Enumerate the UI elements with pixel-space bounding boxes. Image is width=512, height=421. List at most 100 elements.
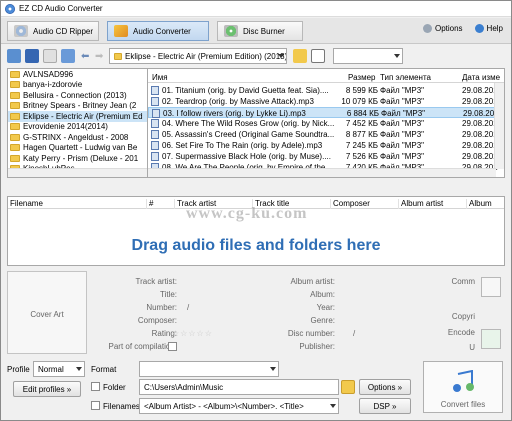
file-name: 05. Assassin's Creed (Original Game Soun… <box>162 130 335 139</box>
disc-number-label: Disc number: <box>287 329 335 338</box>
file-vertical-scrollbar[interactable] <box>494 83 504 169</box>
tree-item-label: banya-i-zdorovie <box>23 80 83 90</box>
filenames-checkbox[interactable] <box>91 401 100 410</box>
convert-files-button[interactable]: Convert files <box>423 361 503 413</box>
browse-folder-icon[interactable] <box>341 380 355 394</box>
folder-input[interactable]: C:\Users\Admin\Music <box>139 379 339 395</box>
file-row[interactable]: 06. Set Fire To The Rain (orig. by Adele… <box>148 140 498 151</box>
options-link[interactable]: Options <box>422 24 463 33</box>
format-select[interactable] <box>139 361 279 377</box>
tree-item-label: Bellusira - Connection (2013) <box>23 90 127 100</box>
tag-editor: Cover Art Track artist: Title: Number: /… <box>7 271 505 355</box>
filenames-label: Filenames <box>103 402 140 411</box>
column-album[interactable]: Album <box>466 199 492 209</box>
tab-audio-converter[interactable]: Audio Converter <box>107 21 209 41</box>
dsp-button-label: DSP » <box>373 401 397 411</box>
column-album-artist[interactable]: Album artist <box>398 199 443 209</box>
tree-item-label: Evrovidenie 2014(2014) <box>23 122 108 132</box>
tree-item-label: Britney Spears - Britney Jean (2 <box>23 101 137 111</box>
tree-item-label: AVLNSAD996 <box>23 69 74 79</box>
forward-arrow-icon[interactable]: ➡ <box>95 51 103 62</box>
tree-item[interactable]: Britney Spears - Britney Jean (2 <box>8 101 158 112</box>
app-window: EZ CD Audio Converter Audio CD Ripper Au… <box>0 0 512 421</box>
tab-disc-burner[interactable]: Disc Burner <box>217 21 303 41</box>
conversion-queue[interactable]: Filename # Track artist Track title Comp… <box>7 196 505 266</box>
file-horizontal-scrollbar[interactable] <box>148 168 496 177</box>
filter-combo[interactable] <box>333 48 403 64</box>
file-row[interactable]: 05. Assassin's Creed (Original Game Soun… <box>148 129 498 140</box>
filenames-input[interactable]: <Album Artist> - <Album>\<Number>. <Titl… <box>139 398 339 414</box>
drive-icon[interactable] <box>43 49 57 63</box>
cover-art-box[interactable]: Cover Art <box>7 271 87 354</box>
edit-profiles-button[interactable]: Edit profiles » <box>13 381 81 397</box>
file-row[interactable]: 04. Where The Wild Roses Grow (orig. by … <box>148 118 498 129</box>
profile-select[interactable]: Normal <box>33 361 85 377</box>
folder-icon <box>10 70 20 78</box>
column-filename[interactable]: Filename <box>8 199 43 209</box>
tag-edit-icon[interactable] <box>481 329 501 349</box>
tree-item-label: Eklipse - Electric Air (Premium Ed <box>23 111 143 121</box>
album-label: Album: <box>310 290 335 299</box>
folder-icon <box>10 81 20 89</box>
column-size[interactable]: Размер <box>348 73 376 82</box>
desktop-icon[interactable] <box>25 49 39 63</box>
folder-icon <box>10 154 20 162</box>
file-type: Файл "MP3" <box>380 119 425 128</box>
output-settings: Profile Normal Edit profiles » Format Fo… <box>1 357 511 420</box>
rating-stars[interactable]: ☆☆☆☆☆ <box>172 329 213 338</box>
file-type: Файл "MP3" <box>380 86 425 95</box>
file-row[interactable]: 03. I follow rivers (orig. by Lykke Li).… <box>148 107 499 118</box>
help-icon <box>474 24 484 33</box>
file-row[interactable]: 07. Supermassive Black Hole (orig. by Mu… <box>148 151 498 162</box>
file-row[interactable]: 01. Titanium (orig. by David Guetta feat… <box>148 85 498 96</box>
url-label: U <box>469 343 475 352</box>
folder-tree[interactable]: AVLNSAD996 banya-i-zdorovie Bellusira - Co… <box>7 68 159 178</box>
address-combo[interactable]: Eklipse - Electric Air (Premium Edition)… <box>109 48 287 64</box>
tree-item[interactable]: Katy Perry - Prism (Deluxe - 201 <box>8 153 158 164</box>
back-arrow-icon[interactable]: ⬅ <box>81 51 89 62</box>
tree-item[interactable]: banya-i-zdorovie <box>8 80 158 91</box>
tree-item[interactable]: Evrovidenie 2014(2014) <box>8 122 158 133</box>
file-list[interactable]: Имя Размер Тип элемента Дата изме 01. Ti… <box>147 68 505 178</box>
new-folder-icon[interactable] <box>293 49 307 63</box>
folder-checkbox[interactable] <box>91 382 100 391</box>
file-row[interactable]: 02. Teardrop (orig. by Massive Attack).m… <box>148 96 498 107</box>
mp3-file-icon <box>152 109 160 118</box>
view-mode-icon[interactable] <box>311 49 325 63</box>
browser-toolbar: ⬅ ➡ Eklipse - Electric Air (Premium Edit… <box>1 45 511 67</box>
help-link[interactable]: Help <box>474 24 503 33</box>
chevron-down-icon <box>270 367 276 371</box>
column-type[interactable]: Тип элемента <box>380 73 431 82</box>
tree-item[interactable]: Hagen Quartett - Ludwig van Be <box>8 143 158 154</box>
column-name[interactable]: Имя <box>152 73 168 82</box>
column-composer[interactable]: Composer <box>330 199 370 209</box>
tab-label: Disc Burner <box>243 26 285 36</box>
top-links: Options Help <box>422 24 503 33</box>
computer-icon[interactable] <box>7 49 21 63</box>
mp3-file-icon <box>151 152 159 161</box>
tree-item[interactable]: Bellusira - Connection (2013) <box>8 90 158 101</box>
waveform-icon[interactable] <box>481 277 501 297</box>
compilation-checkbox[interactable] <box>168 342 177 351</box>
file-size: 7 526 КБ <box>345 152 378 161</box>
composer-label: Composer: <box>137 316 177 325</box>
year-label: Year: <box>316 303 335 312</box>
up-folder-icon[interactable] <box>61 49 75 63</box>
tree-item[interactable]: G-STRINX - Angeldust - 2008 <box>8 132 158 143</box>
tree-item-label: Hagen Quartett - Ludwig van Be <box>23 143 138 153</box>
tab-label: Audio Converter <box>133 26 191 36</box>
tree-item[interactable]: AVLNSAD996 <box>8 69 158 80</box>
tab-audio-cd-ripper[interactable]: Audio CD Ripper <box>7 21 99 41</box>
tree-item[interactable]: Eklipse - Electric Air (Premium Ed <box>8 111 158 122</box>
column-date[interactable]: Дата изме <box>462 73 500 82</box>
chevron-down-icon <box>394 54 400 58</box>
column-number[interactable]: # <box>146 199 153 209</box>
album-artist-label: Album artist: <box>290 277 335 286</box>
track-artist-label: Track artist: <box>135 277 177 286</box>
tree-item-label: Katy Perry - Prism (Deluxe - 201 <box>23 153 139 163</box>
dsp-button[interactable]: DSP » <box>359 398 411 414</box>
encoded-label: Encode <box>447 328 475 337</box>
rating-label: Rating: <box>151 329 177 338</box>
tree-horizontal-scrollbar[interactable] <box>8 168 150 177</box>
options-button[interactable]: Options » <box>359 379 411 395</box>
